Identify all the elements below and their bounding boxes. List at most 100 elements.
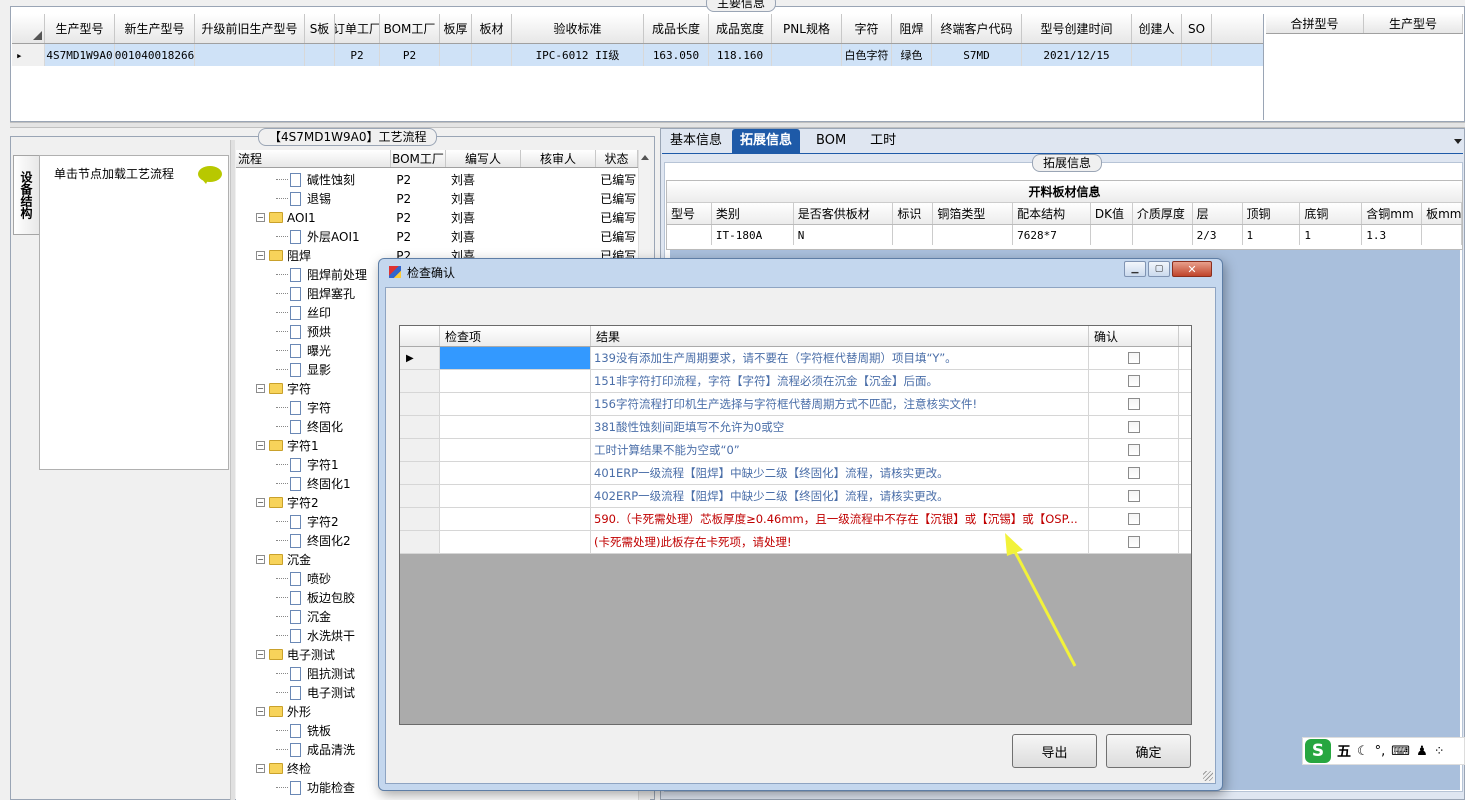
- main-cell[interactable]: [1132, 44, 1182, 66]
- main-cell[interactable]: 绿色: [892, 44, 932, 66]
- check-row[interactable]: 402ERP一级流程【阻焊】中缺少二级【终固化】流程，请核实更改。: [400, 485, 1191, 508]
- tree-row[interactable]: 退锡 P2 刘喜 已编写: [236, 189, 636, 208]
- main-info-grid[interactable]: 生产型号 新生产型号 升级前旧生产型号 S板 订单工厂 BOM工厂 板厚 板材 验收标准 成品长度…: [12, 14, 1264, 120]
- ext-cell[interactable]: [933, 225, 1014, 245]
- check-item-cell[interactable]: [440, 347, 591, 369]
- main-cell[interactable]: 白色字符: [842, 44, 892, 66]
- tree-col-header[interactable]: 流程: [236, 150, 391, 167]
- side-tab-device-structure[interactable]: 设备结构: [13, 155, 39, 235]
- collapse-icon[interactable]: −: [256, 213, 265, 222]
- row-header[interactable]: [400, 485, 440, 507]
- tree-row[interactable]: 外层AOI1 P2 刘喜 已编写: [236, 227, 636, 246]
- confirm-checkbox[interactable]: [1127, 352, 1140, 364]
- collapse-icon[interactable]: −: [256, 251, 265, 260]
- check-result-cell[interactable]: 381酸性蚀刻间距填写不允许为0或空: [591, 416, 1089, 438]
- ext-cell[interactable]: [1133, 225, 1193, 245]
- ext-cell[interactable]: [1091, 225, 1133, 245]
- main-col-header[interactable]: S板: [305, 14, 335, 43]
- ext-cell[interactable]: [1422, 225, 1462, 245]
- user-icon[interactable]: ♟: [1416, 744, 1428, 759]
- check-row[interactable]: 401ERP一级流程【阻焊】中缺少二级【终固化】流程，请核实更改。: [400, 462, 1191, 485]
- tab-2[interactable]: BOM: [808, 129, 854, 153]
- row-header[interactable]: [400, 462, 440, 484]
- main-col-header[interactable]: SO: [1182, 14, 1212, 43]
- main-col-header[interactable]: 板材: [472, 14, 512, 43]
- check-result-cell[interactable]: 156字符流程打印机生产选择与字符框代替周期方式不匹配，注意核实文件!: [591, 393, 1089, 415]
- main-cell[interactable]: P2: [335, 44, 380, 66]
- grid-icon[interactable]: ⁘: [1434, 744, 1445, 759]
- ext-col-header[interactable]: 底铜: [1300, 203, 1363, 224]
- ext-col-header[interactable]: 顶铜: [1243, 203, 1301, 224]
- main-col-header[interactable]: 终端客户代码: [932, 14, 1022, 43]
- row-header[interactable]: [400, 439, 440, 461]
- tree-col-header[interactable]: 编写人: [446, 150, 521, 167]
- main-cell[interactable]: S7MD: [932, 44, 1022, 66]
- resize-grip-icon[interactable]: [1203, 771, 1213, 781]
- main-cell[interactable]: [195, 44, 305, 66]
- main-col-header[interactable]: BOM工厂: [380, 14, 440, 43]
- ext-col-header[interactable]: 型号: [667, 203, 712, 224]
- ext-col-header[interactable]: 板mm: [1422, 203, 1462, 224]
- tree-col-header[interactable]: 核审人: [521, 150, 596, 167]
- row-header[interactable]: [400, 393, 440, 415]
- main-cell[interactable]: [440, 44, 472, 66]
- ext-col-header[interactable]: 标识: [893, 203, 934, 224]
- check-item-cell[interactable]: [440, 485, 591, 507]
- tree-row[interactable]: 碱性蚀刻 P2 刘喜 已编写: [236, 170, 636, 189]
- confirm-checkbox[interactable]: [1127, 398, 1140, 410]
- panel-splitter[interactable]: [230, 140, 235, 800]
- collapse-icon[interactable]: −: [256, 707, 265, 716]
- collapse-icon[interactable]: −: [256, 555, 265, 564]
- ext-col-header[interactable]: 是否客供板材: [794, 203, 894, 224]
- main-col-header[interactable]: 阻焊: [892, 14, 932, 43]
- main-cell[interactable]: 4S7MD1W9A0: [45, 44, 115, 66]
- check-item-cell[interactable]: [440, 393, 591, 415]
- check-result-cell[interactable]: 151非字符打印流程，字符【字符】流程必须在沉金【沉金】后面。: [591, 370, 1089, 392]
- check-item-cell[interactable]: [440, 370, 591, 392]
- check-row[interactable]: 工时计算结果不能为空或“0”: [400, 439, 1191, 462]
- ext-cell[interactable]: 1: [1243, 225, 1301, 245]
- export-button[interactable]: 导出: [1012, 734, 1097, 768]
- row-header[interactable]: [400, 416, 440, 438]
- material-table[interactable]: 开料板材信息 型号 类别 是否客供板材 标识 铜箔类型 配本结构 DK值 介质厚度层顶铜 底铜含…: [666, 180, 1463, 250]
- ext-col-header[interactable]: 含铜mm: [1362, 203, 1423, 224]
- ext-col-header[interactable]: DK值: [1091, 203, 1133, 224]
- material-table-row[interactable]: IT-180A N 7628*7 2/3 1 1 1.3: [667, 225, 1462, 245]
- tab-1[interactable]: 拓展信息: [732, 129, 801, 153]
- main-col-header[interactable]: 字符: [842, 14, 892, 43]
- tree-row[interactable]: − AOI1 P2 刘喜 已编写: [236, 208, 636, 227]
- tree-col-header[interactable]: BOM工厂: [391, 150, 446, 167]
- confirm-checkbox[interactable]: [1127, 536, 1140, 548]
- tab-3[interactable]: 工时: [862, 129, 904, 153]
- check-row[interactable]: 151非字符打印流程，字符【字符】流程必须在沉金【沉金】后面。: [400, 370, 1191, 393]
- confirm-checkbox[interactable]: [1127, 444, 1140, 456]
- punctuation-icon[interactable]: °,: [1375, 744, 1386, 759]
- ok-button[interactable]: 确定: [1106, 734, 1191, 768]
- ext-col-header[interactable]: 层: [1193, 203, 1243, 224]
- check-result-cell[interactable]: 工时计算结果不能为空或“0”: [591, 439, 1089, 461]
- ime-mode-label[interactable]: 五: [1337, 741, 1351, 761]
- main-cell[interactable]: 163.050: [644, 44, 709, 66]
- collapse-icon[interactable]: −: [256, 650, 265, 659]
- main-cell[interactable]: [305, 44, 335, 66]
- check-row[interactable]: 156字符流程打印机生产选择与字符框代替周期方式不匹配，注意核实文件!: [400, 393, 1191, 416]
- check-item-cell[interactable]: [440, 531, 591, 553]
- main-col-header[interactable]: 成品宽度: [709, 14, 772, 43]
- tab-0[interactable]: 基本信息: [662, 129, 730, 153]
- main-col-header[interactable]: 验收标准: [512, 14, 644, 43]
- close-icon[interactable]: ✕: [1172, 261, 1212, 277]
- collapse-icon[interactable]: −: [256, 498, 265, 507]
- ext-cell[interactable]: IT-180A: [712, 225, 794, 245]
- main-cell[interactable]: 2021/12/15: [1022, 44, 1132, 66]
- ext-cell[interactable]: 1: [1300, 225, 1363, 245]
- check-item-cell[interactable]: [440, 508, 591, 530]
- check-item-cell[interactable]: [440, 462, 591, 484]
- keyboard-icon[interactable]: ⌨: [1391, 744, 1410, 759]
- ext-cell[interactable]: 2/3: [1193, 225, 1243, 245]
- main-col-header[interactable]: 成品长度: [644, 14, 709, 43]
- check-result-cell[interactable]: 402ERP一级流程【阻焊】中缺少二级【终固化】流程，请核实更改。: [591, 485, 1089, 507]
- main-col-header[interactable]: PNL规格: [772, 14, 842, 43]
- ext-col-header[interactable]: 介质厚度: [1133, 203, 1193, 224]
- merge-grid[interactable]: 合拼型号 生产型号: [1266, 14, 1463, 120]
- tabs-menu-icon[interactable]: [1454, 139, 1462, 144]
